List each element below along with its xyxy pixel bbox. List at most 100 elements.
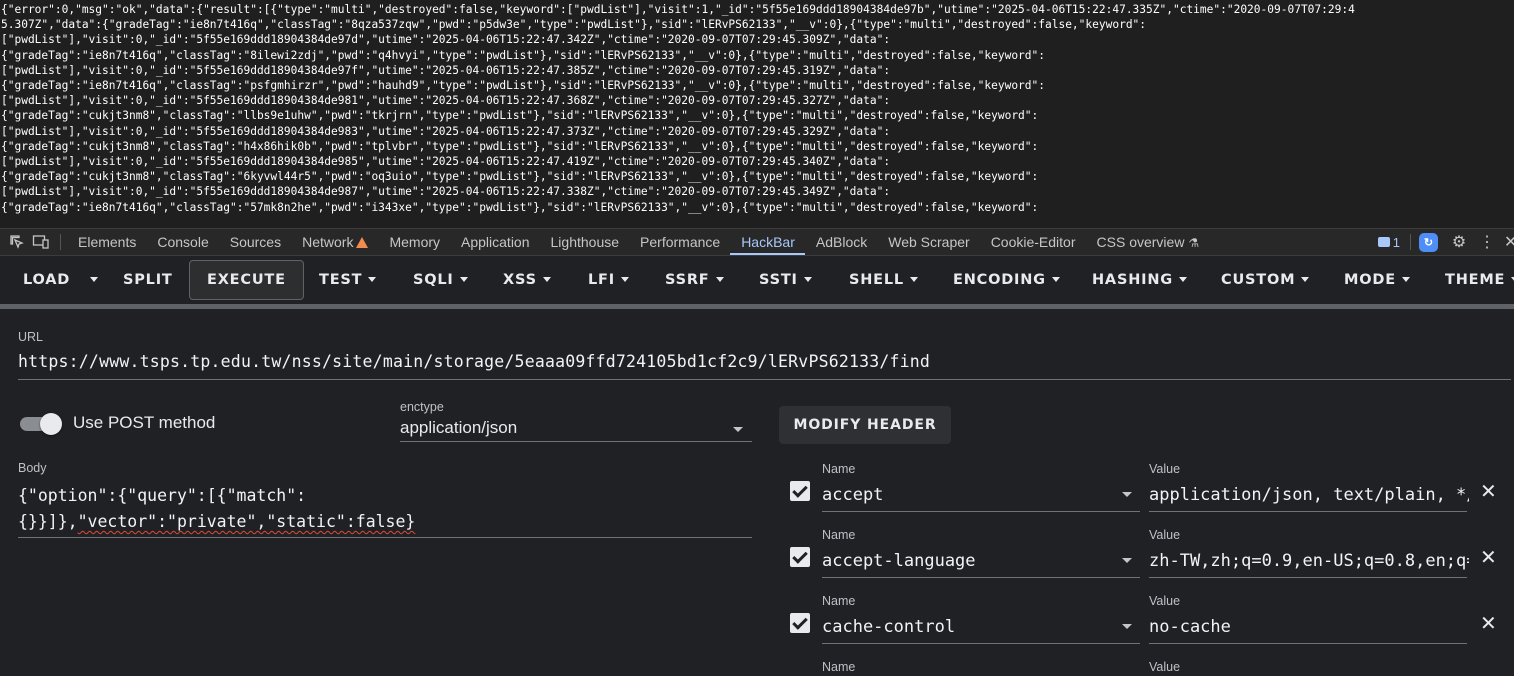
- header-value-label: Value: [1149, 462, 1181, 476]
- chevron-down-icon: [1301, 277, 1310, 282]
- header-value-input[interactable]: no-cache: [1149, 617, 1469, 637]
- device-toolbar-icon[interactable]: [30, 231, 52, 253]
- url-input-underline: [18, 379, 1511, 380]
- tab-cookie-editor[interactable]: Cookie-Editor: [980, 229, 1086, 255]
- extension-icon[interactable]: ↻: [1419, 232, 1438, 252]
- chevron-down-icon[interactable]: [1122, 492, 1132, 497]
- issues-badge[interactable]: 1: [1377, 235, 1400, 250]
- header-row-cache-control: Name cache-control Value no-cache ✕: [780, 590, 1514, 656]
- post-method-toggle[interactable]: [20, 413, 62, 435]
- tab-hackbar[interactable]: HackBar: [730, 229, 805, 255]
- ssrf-menu[interactable]: SSRF: [665, 262, 724, 298]
- tab-memory[interactable]: Memory: [378, 229, 450, 255]
- enctype-label: enctype: [400, 400, 444, 414]
- tab-web-scraper[interactable]: Web Scraper: [877, 229, 979, 255]
- header-name-label: Name: [822, 462, 856, 476]
- shell-menu-label: SHELL: [849, 272, 904, 288]
- sqli-menu[interactable]: SQLI: [413, 262, 468, 298]
- header-value-input[interactable]: application/json, text/plain, */*: [1149, 485, 1469, 505]
- header-row-accept-language: Name accept-language Value zh-TW,zh;q=0.…: [780, 524, 1514, 590]
- tab-network[interactable]: Network: [291, 229, 378, 255]
- load-button[interactable]: LOAD: [23, 262, 70, 298]
- test-menu[interactable]: TEST: [319, 262, 377, 298]
- toolbar-divider: [0, 304, 1514, 309]
- url-label: URL: [18, 330, 44, 344]
- chevron-down-icon: [1178, 277, 1187, 282]
- header-value-input[interactable]: zh-TW,zh;q=0.9,en-US;q=0.8,en;q=0.7: [1149, 551, 1469, 571]
- chevron-down-icon[interactable]: [1122, 624, 1132, 629]
- ssti-menu[interactable]: SSTI: [759, 262, 812, 298]
- header-value-label: Value: [1149, 528, 1181, 542]
- close-icon[interactable]: ✕: [1480, 479, 1497, 504]
- modify-header-button[interactable]: MODIFY HEADER: [779, 406, 951, 444]
- more-vertical-icon[interactable]: ⋮: [1476, 232, 1498, 252]
- header-row-next: Name Value: [780, 656, 1514, 676]
- tab-application[interactable]: Application: [450, 229, 540, 255]
- chevron-down-icon[interactable]: [733, 427, 743, 432]
- chevron-down-icon[interactable]: [1122, 558, 1132, 563]
- mode-menu[interactable]: MODE: [1344, 262, 1410, 298]
- tab-performance[interactable]: Performance: [629, 229, 730, 255]
- test-menu-label: TEST: [319, 272, 363, 288]
- tab-css-overview-label: CSS overview: [1096, 234, 1185, 250]
- message-icon: [1377, 237, 1390, 247]
- header-name-input[interactable]: accept: [822, 485, 883, 505]
- execute-button[interactable]: EXECUTE: [189, 260, 304, 300]
- header-name-underline: [822, 511, 1140, 512]
- devtools-separator: [60, 234, 61, 250]
- tab-sources[interactable]: Sources: [219, 229, 291, 255]
- enctype-select[interactable]: application/json: [400, 418, 517, 438]
- split-button[interactable]: SPLIT: [123, 262, 173, 298]
- chevron-down-icon: [715, 277, 724, 282]
- body-textarea-underline: [18, 537, 752, 538]
- mode-menu-label: MODE: [1344, 272, 1396, 288]
- close-icon[interactable]: ✕: [1504, 232, 1514, 252]
- tab-adblock[interactable]: AdBlock: [805, 229, 877, 255]
- header-enabled-checkbox[interactable]: [790, 547, 810, 567]
- encoding-menu[interactable]: ENCODING: [953, 262, 1060, 298]
- encoding-menu-label: ENCODING: [953, 272, 1046, 288]
- post-method-label: Use POST method: [73, 413, 216, 432]
- enctype-underline: [400, 441, 752, 442]
- custom-menu-label: CUSTOM: [1221, 272, 1296, 288]
- header-enabled-checkbox[interactable]: [790, 613, 810, 633]
- devtools-right-controls: 1 ↻ ⚙ ⋮ ✕: [1377, 229, 1514, 255]
- custom-menu[interactable]: CUSTOM: [1221, 262, 1310, 298]
- xss-menu[interactable]: XSS: [503, 262, 551, 298]
- inspect-element-icon[interactable]: [6, 231, 28, 253]
- hashing-menu-label: HASHING: [1092, 272, 1173, 288]
- shell-menu[interactable]: SHELL: [849, 262, 918, 298]
- chevron-down-icon: [620, 277, 629, 282]
- chevron-down-icon: [909, 277, 918, 282]
- theme-menu[interactable]: THEME: [1445, 262, 1514, 298]
- header-name-label: Name: [822, 528, 856, 542]
- response-output: {"error":0,"msg":"ok","data":{"result":[…: [0, 0, 1514, 228]
- chevron-down-icon: [90, 277, 98, 282]
- xss-menu-label: XSS: [503, 272, 537, 288]
- ssrf-menu-label: SSRF: [665, 272, 710, 288]
- url-input[interactable]: https://www.tsps.tp.edu.tw/nss/site/main…: [18, 352, 930, 371]
- tab-lighthouse[interactable]: Lighthouse: [540, 229, 630, 255]
- header-enabled-checkbox[interactable]: [790, 481, 810, 501]
- header-value-label: Value: [1149, 594, 1181, 608]
- gear-icon[interactable]: ⚙: [1448, 232, 1470, 252]
- load-dropdown-button[interactable]: [84, 262, 100, 298]
- tab-elements[interactable]: Elements: [67, 229, 146, 255]
- tab-css-overview[interactable]: CSS overview ⚗: [1086, 229, 1210, 255]
- hashing-menu[interactable]: HASHING: [1092, 262, 1187, 298]
- theme-menu-label: THEME: [1445, 272, 1506, 288]
- header-name-underline: [822, 643, 1140, 644]
- lfi-menu[interactable]: LFI: [588, 262, 629, 298]
- tab-console[interactable]: Console: [146, 229, 218, 255]
- header-value-underline: [1149, 511, 1467, 512]
- hackbar-toolbar: LOAD SPLIT EXECUTE TEST SQLI XSS LFI SSR…: [0, 256, 1514, 304]
- close-icon[interactable]: ✕: [1480, 545, 1497, 570]
- body-textarea[interactable]: {"option":{"query":[{"match": {}}]},"vec…: [18, 483, 758, 535]
- header-name-input[interactable]: accept-language: [822, 551, 976, 571]
- header-name-input[interactable]: cache-control: [822, 617, 955, 637]
- chevron-down-icon: [542, 277, 551, 282]
- header-name-label: Name: [822, 594, 856, 608]
- sqli-menu-label: SQLI: [413, 272, 454, 288]
- flask-icon: ⚗: [1188, 236, 1200, 250]
- close-icon[interactable]: ✕: [1480, 611, 1497, 636]
